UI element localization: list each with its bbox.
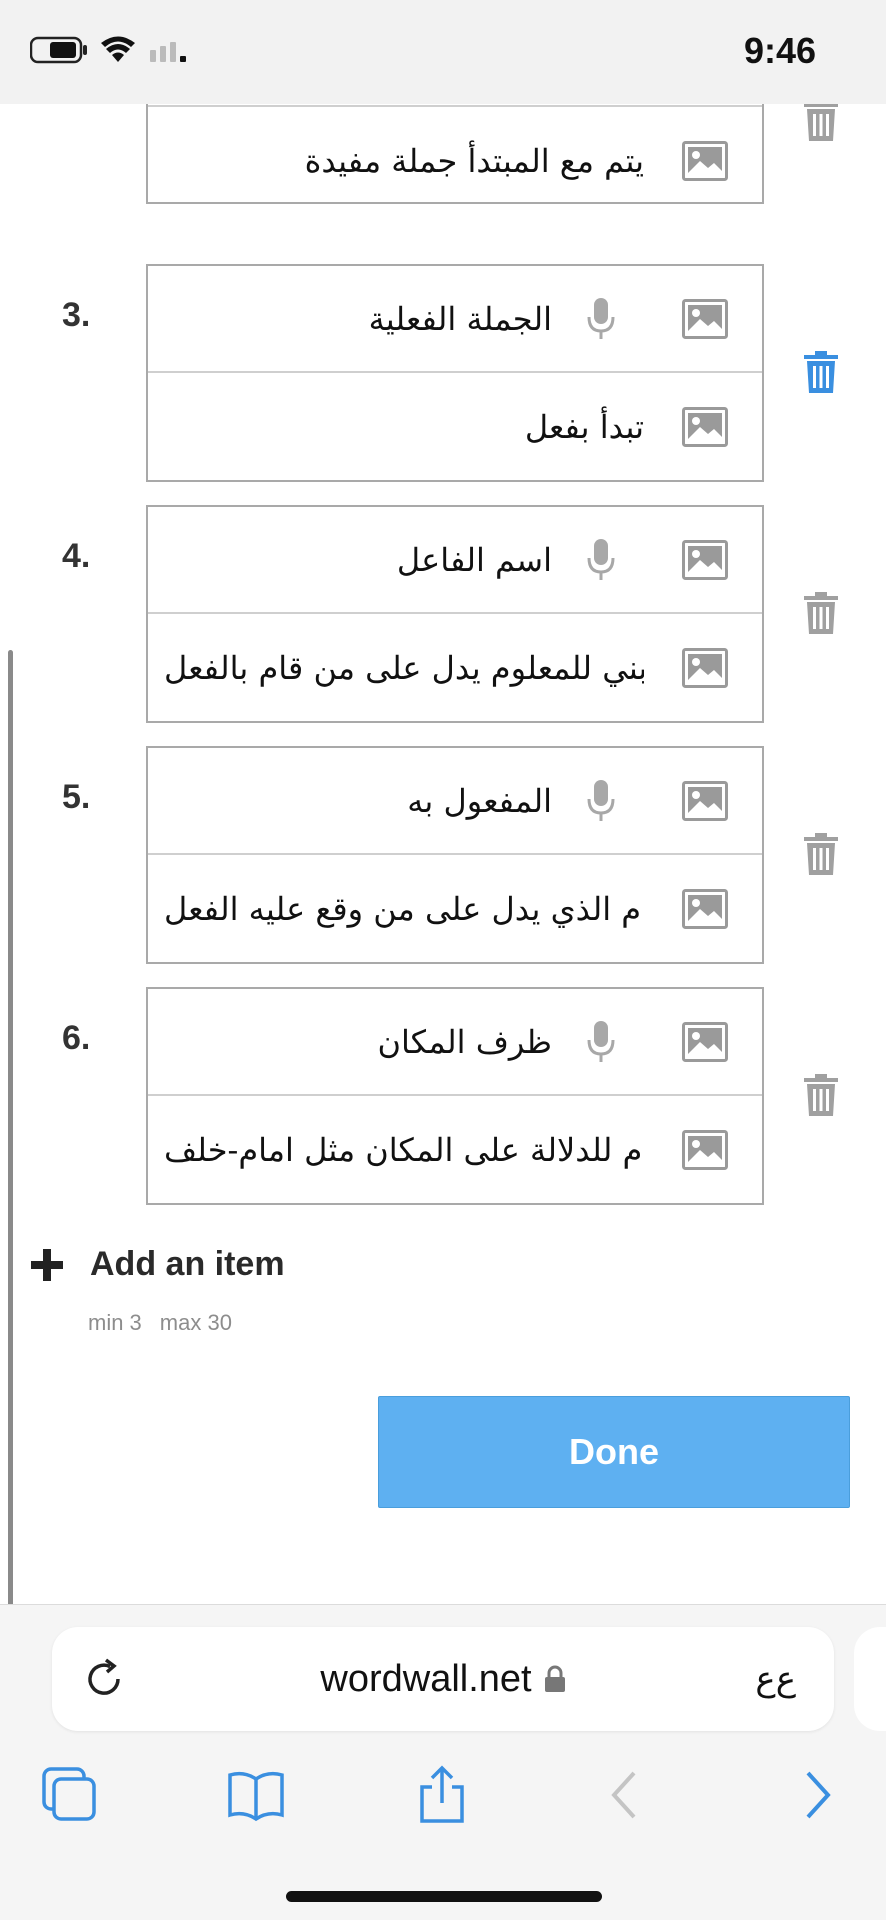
term-text: المفعول به: [407, 781, 552, 820]
add-item-label: Add an item: [90, 1245, 285, 1283]
min-items: min 3: [88, 1310, 142, 1335]
term-field[interactable]: ظرف المكان: [148, 989, 762, 1096]
definition-text: يتم مع المبتدأ جملة مفيدة: [304, 141, 644, 180]
image-icon[interactable]: [682, 539, 728, 580]
image-icon[interactable]: [682, 1021, 728, 1062]
url-display: wordwall.net: [52, 1627, 834, 1731]
browser-bar: wordwall.net ﻉﻉ: [0, 1604, 886, 1920]
image-icon[interactable]: [682, 888, 728, 929]
status-time: 9:46: [743, 30, 816, 71]
status-bar: 9:46: [0, 0, 886, 104]
term-field[interactable]: الجملة الفعلية: [148, 266, 762, 373]
bookmarks-icon[interactable]: [226, 1765, 286, 1825]
home-indicator[interactable]: [286, 1891, 602, 1902]
item-editor: يتم مع المبتدأ جملة مفيدة 3. الجملة الفع…: [0, 104, 886, 1604]
mic-icon[interactable]: [586, 297, 616, 341]
trash-icon[interactable]: [802, 591, 840, 635]
image-icon[interactable]: [682, 780, 728, 821]
trash-icon[interactable]: [802, 1073, 840, 1117]
item-box: اسم الفاعل بني للمعلوم يدل على من قام با…: [146, 505, 764, 723]
term-text: [164, 104, 644, 105]
item-number: 4.: [62, 537, 91, 575]
image-icon[interactable]: [682, 1129, 728, 1170]
trash-icon[interactable]: [802, 832, 840, 876]
plus-icon: [31, 1248, 63, 1281]
wifi-icon: [101, 36, 135, 62]
definition-text: م للدلالة على المكان مثل امام-خلف: [164, 1130, 643, 1169]
cellular-icon: [150, 42, 186, 62]
item-number: 3.: [62, 296, 91, 334]
term-field[interactable]: المفعول به: [148, 748, 762, 855]
mic-icon[interactable]: [586, 1020, 616, 1064]
definition-field[interactable]: بني للمعلوم يدل على من قام بالفعل: [148, 614, 762, 721]
definition-field[interactable]: يتم مع المبتدأ جملة مفيدة: [148, 107, 762, 214]
definition-text: بني للمعلوم يدل على من قام بالفعل: [164, 648, 644, 687]
share-icon[interactable]: [412, 1765, 472, 1825]
item-box: ظرف المكان م للدلالة على المكان مثل امام…: [146, 987, 764, 1205]
term-text: ظرف المكان: [377, 1022, 552, 1061]
add-item-button[interactable]: Add an item: [30, 1245, 285, 1284]
item-box: المفعول به م الذي يدل على من وقع عليه ال…: [146, 746, 764, 964]
status-icons: [30, 36, 192, 64]
mic-icon[interactable]: [586, 538, 616, 582]
image-icon[interactable]: [682, 140, 728, 181]
scrollbar[interactable]: [8, 650, 13, 1604]
definition-field[interactable]: م للدلالة على المكان مثل امام-خلف: [148, 1096, 762, 1203]
done-button[interactable]: Done: [378, 1396, 850, 1508]
item-number: 6.: [62, 1019, 91, 1057]
max-items: max 30: [159, 1310, 232, 1335]
mic-icon[interactable]: [586, 779, 616, 823]
item-box: يتم مع المبتدأ جملة مفيدة: [146, 104, 764, 204]
term-text: اسم الفاعل: [396, 540, 552, 579]
battery-icon: [30, 36, 87, 64]
address-bar[interactable]: wordwall.net ﻉﻉ: [52, 1627, 834, 1731]
trash-icon[interactable]: [802, 104, 840, 142]
image-icon[interactable]: [682, 298, 728, 339]
back-icon[interactable]: [596, 1765, 656, 1825]
item-box: الجملة الفعلية تبدأ بفعل: [146, 264, 764, 482]
url-text: wordwall.net: [320, 1657, 532, 1700]
next-tab-peek[interactable]: [854, 1627, 886, 1731]
reader-aa-button[interactable]: ﻉﻉ: [755, 1627, 796, 1731]
browser-toolbar: [0, 1755, 886, 1835]
forward-icon[interactable]: [786, 1765, 846, 1825]
item-number: 5.: [62, 778, 91, 816]
term-text: الجملة الفعلية: [368, 299, 552, 338]
definition-field[interactable]: تبدأ بفعل: [148, 373, 762, 480]
lock-icon: [544, 1665, 565, 1692]
definition-field[interactable]: م الذي يدل على من وقع عليه الفعل: [148, 855, 762, 962]
item-limits: min 3 max 30: [88, 1310, 232, 1336]
definition-text: م الذي يدل على من وقع عليه الفعل: [164, 889, 642, 928]
image-icon[interactable]: [682, 406, 728, 447]
definition-text: تبدأ بفعل: [524, 407, 644, 446]
trash-icon[interactable]: [802, 350, 840, 394]
term-field[interactable]: اسم الفاعل: [148, 507, 762, 614]
tabs-icon[interactable]: [40, 1765, 100, 1825]
image-icon[interactable]: [682, 647, 728, 688]
